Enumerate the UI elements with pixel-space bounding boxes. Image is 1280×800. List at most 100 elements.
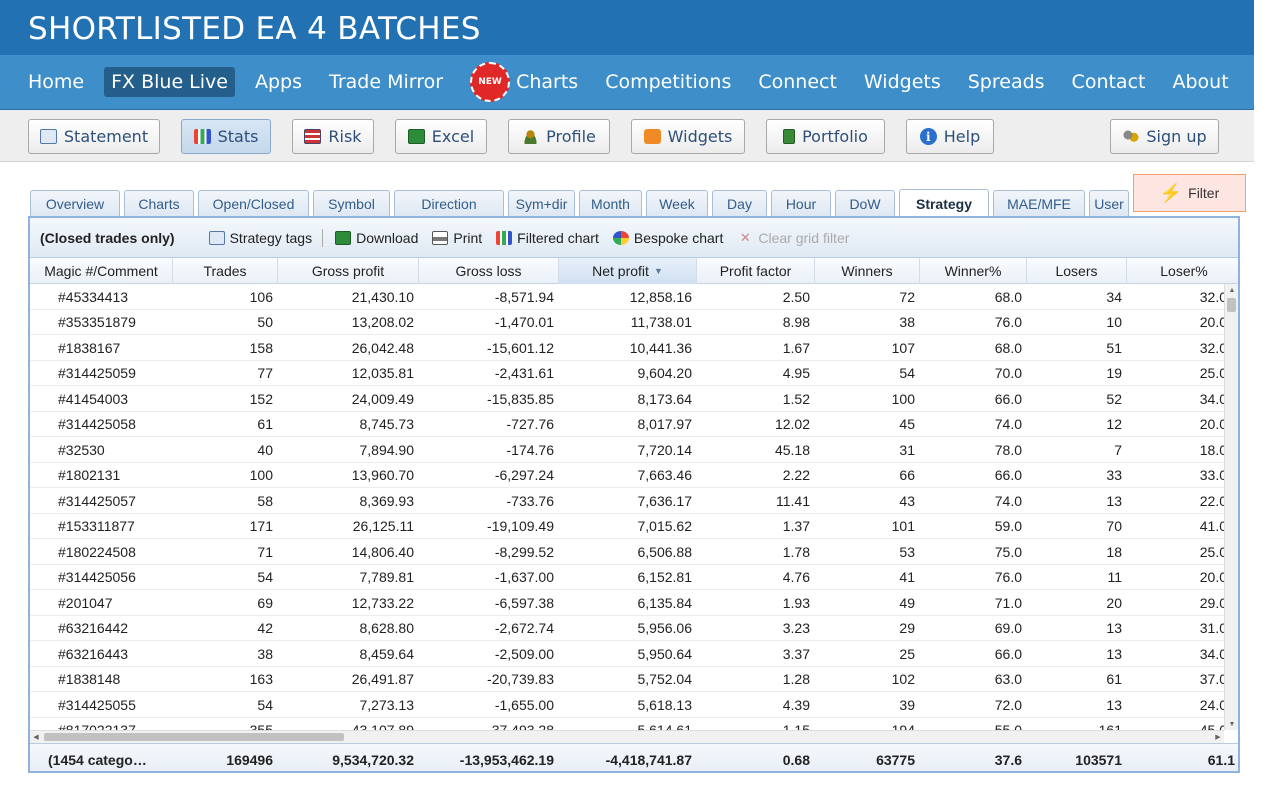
cell-net-profit: 11,738.01 [630,314,692,330]
vertical-scrollbar[interactable]: ▲ ▼ [1224,284,1238,730]
cell-magic-comment: #1838148 [58,671,121,687]
tab-dow[interactable]: DoW [835,190,895,217]
table-row[interactable]: #63216442 42 8,628.80 -2,672.74 5,956.06 3.23… [30,616,1224,641]
cell-gross-loss: -2,431.61 [494,365,554,381]
table-row[interactable]: #201047 69 12,733.22 -6,597.38 6,135.84 1.93 4… [30,590,1224,616]
column-header-magic-comment[interactable]: Magic #/Comment [30,258,173,284]
column-header-loser[interactable]: Loser% [1127,258,1238,284]
table-row[interactable]: #314425055 54 7,273.13 -1,655.00 5,618.13 4.3… [30,692,1224,718]
sign-up-button[interactable]: Sign up [1110,119,1219,154]
download-button[interactable]: Download [335,230,418,246]
tab-open-closed[interactable]: Open/Closed [198,190,309,217]
column-header-net-profit[interactable]: Net profit ▼ [559,258,697,284]
nav-item-spreads[interactable]: Spreads [961,67,1052,97]
nav-item-trade-mirror[interactable]: Trade Mirror [322,67,450,97]
cell-winners: 38 [899,314,915,330]
table-row[interactable]: #314425058 61 8,745.73 -727.76 8,017.97 12.02… [30,412,1224,437]
tab-overview[interactable]: Overview [30,190,120,217]
nav-item-charts[interactable]: NEW Charts [463,58,585,106]
table-row[interactable]: #41454003 152 24,009.49 -15,835.85 8,173.64 1… [30,386,1224,412]
column-header-trades[interactable]: Trades [173,258,278,284]
cell-gross-profit: 7,789.81 [359,569,415,585]
table-row[interactable]: #817022137 355 43,107.89 -37,493.28 5,614.61… [30,718,1224,730]
nav-item-contact[interactable]: Contact [1065,67,1153,97]
tab-symbol[interactable]: Symbol [313,190,390,217]
table-row[interactable]: #1838167 158 26,042.48 -15,601.12 10,441.36 1… [30,335,1224,361]
help-button[interactable]: i Help [906,119,994,154]
cell-trades: 61 [257,416,273,432]
cell-gross-loss: -6,597.38 [494,594,554,611]
statement-button[interactable]: Statement [28,119,160,154]
vertical-scroll-thumb[interactable] [1227,298,1236,312]
cell-trades: 355 [249,722,273,730]
stats-button[interactable]: Stats [181,119,271,154]
table-row[interactable]: #180224508 71 14,806.40 -8,299.52 6,506.88 1.… [30,539,1224,565]
nav-item-apps[interactable]: Apps [248,67,309,97]
cell-winner: 68.0 [994,288,1022,305]
scroll-left-icon[interactable]: ◀ [30,731,42,743]
table-row[interactable]: #314425056 54 7,789.81 -1,637.00 6,152.81 4.7… [30,565,1224,590]
tab-strategy[interactable]: Strategy [899,189,989,217]
tab-mae-mfe[interactable]: MAE/MFE [993,190,1085,217]
nav-item-competitions[interactable]: Competitions [598,67,738,97]
table-row[interactable]: #353351879 50 13,208.02 -1,470.01 11,738.01 8… [30,310,1224,335]
column-header-profit-factor[interactable]: Profit factor [697,258,815,284]
cell-magic-comment: #63216442 [58,620,129,636]
cell-magic-comment: #314425059 [58,365,136,381]
scroll-up-icon[interactable]: ▲ [1225,284,1238,296]
tab-week[interactable]: Week [646,190,708,217]
cell-gross-profit: 21,430.10 [351,288,414,305]
nav-item-about[interactable]: About [1165,67,1235,97]
portfolio-button[interactable]: Portfolio [766,119,885,154]
table-row[interactable]: #314425059 77 12,035.81 -2,431.61 9,604.20 4.… [30,361,1224,386]
excel-button[interactable]: Excel [395,119,487,154]
risk-button[interactable]: Risk [292,119,374,154]
column-header-gross-profit[interactable]: Gross profit [278,258,419,284]
table-row[interactable]: #1802131 100 13,960.70 -6,297.24 7,663.46 2.2… [30,463,1224,488]
clear-grid-filter-button[interactable]: ✕ Clear grid filter [737,230,849,246]
nav-item-widgets[interactable]: Widgets [857,67,948,97]
tab-sym-dir[interactable]: Sym+dir [508,190,575,217]
column-header-winner[interactable]: Winner% [920,258,1027,284]
nav-item-connect[interactable]: Connect [751,67,844,97]
cell-loser: 31.0 [1199,620,1224,636]
table-row[interactable]: #314425057 58 8,369.93 -733.76 7,636.17 11.41… [30,488,1224,514]
horizontal-scrollbar[interactable]: ◀ ▶ [30,730,1224,743]
table-row[interactable]: #153311877 171 26,125.11 -19,109.49 7,015.62… [30,514,1224,539]
stats-button-label: Stats [217,127,259,146]
document-icon [208,230,225,245]
print-button[interactable]: Print [432,230,482,246]
cell-winner: 74.0 [994,492,1022,509]
table-row[interactable]: #45334413 106 21,430.10 -8,571.94 12,858.16 2… [30,284,1224,310]
cell-losers: 13 [1106,492,1122,509]
scroll-right-icon[interactable]: ▶ [1212,731,1224,743]
tab-month[interactable]: Month [579,190,642,217]
strategy-tags-button[interactable]: Strategy tags [208,230,312,246]
cell-trades: 171 [249,518,273,534]
column-header-losers[interactable]: Losers [1027,258,1127,284]
tab-hour[interactable]: Hour [771,190,831,217]
nav-item-fx-blue-live[interactable]: FX Blue Live [104,67,235,97]
scroll-down-icon[interactable]: ▼ [1225,718,1238,730]
filter-button[interactable]: ⚡ Filter [1133,174,1246,212]
bespoke-chart-button[interactable]: Bespoke chart [612,230,723,246]
column-header-winners[interactable]: Winners [815,258,920,284]
profile-button[interactable]: Profile [508,119,610,154]
column-header-gross-loss[interactable]: Gross loss [419,258,559,284]
filtered-chart-button[interactable]: Filtered chart [496,230,599,246]
horizontal-scroll-thumb[interactable] [44,733,344,741]
widgets-button[interactable]: Widgets [631,119,745,154]
table-row[interactable]: #32530 40 7,894.90 -174.76 7,720.14 45.18 31 78… [30,437,1224,463]
table-row[interactable]: #63216443 38 8,459.64 -2,509.00 5,950.64 3.37… [30,641,1224,667]
nav-item-home[interactable]: Home [21,67,91,97]
tab-day[interactable]: Day [712,190,767,217]
tab-direction[interactable]: Direction [394,190,504,217]
cell-losers: 11 [1107,569,1122,585]
tab-user[interactable]: User [1089,190,1129,217]
nav-item-label: Competitions [605,71,732,93]
table-row[interactable]: #1838148 163 26,491.87 -20,739.83 5,752.04 1.… [30,667,1224,692]
cell-winners: 43 [899,492,915,509]
app-root: SHORTLISTED EA 4 BATCHES Home FX Blue Liv… [0,0,1280,800]
cell-winners: 49 [899,594,915,611]
tab-charts[interactable]: Charts [124,190,194,217]
